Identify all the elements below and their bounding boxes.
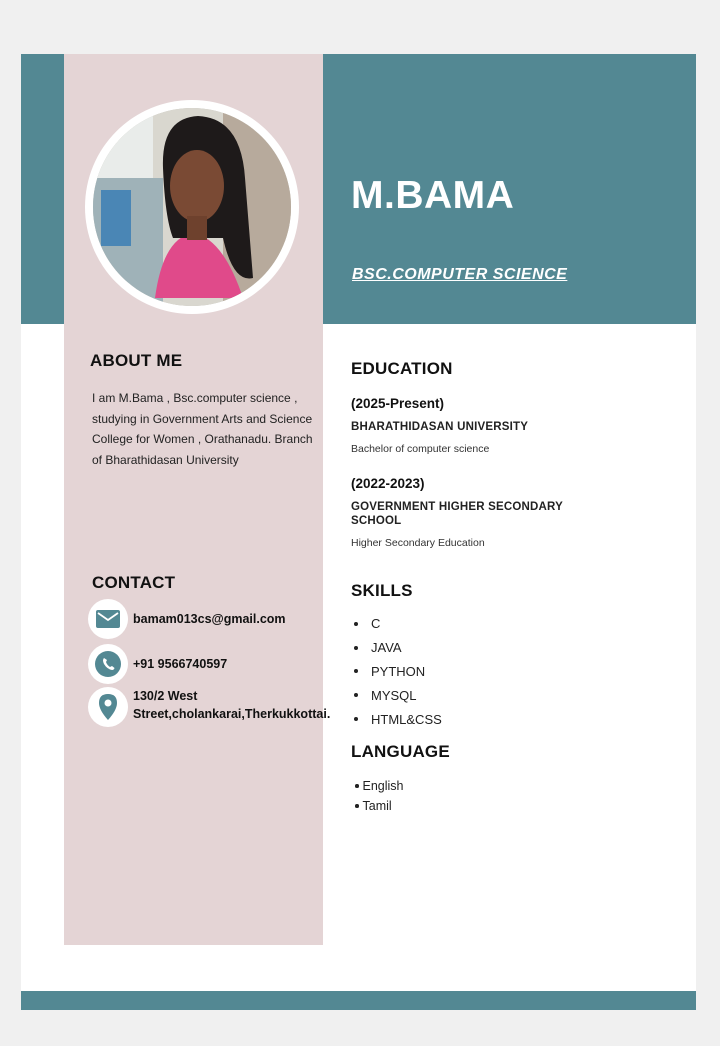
language-item: Tamil [355,796,404,816]
resume-page: M.BAMA BSC.COMPUTER SCIENCE ABOUT ME I a… [21,54,696,1010]
education-years-1: (2025-Present) [351,396,445,411]
skills-list: C JAVA PYTHON MYSQL HTML&CSS [351,612,442,731]
language-title: LANGUAGE [351,742,450,761]
profile-photo [93,108,291,306]
skill-item: JAVA [351,636,442,660]
phone-icon [88,644,128,684]
about-text: I am M.Bama , Bsc.computer science , stu… [92,391,313,467]
education-school-2: GOVERNMENT HIGHER SECONDARY SCHOOL [351,501,563,527]
language-item: English [355,776,404,796]
contact-email-row: bamam013cs@gmail.com [88,599,286,639]
skill-item: C [351,612,442,636]
skill-item: HTML&CSS [351,707,442,731]
footer-band [21,991,696,1010]
contact-address: 130/2 West Street,cholankarai,Therkukkot… [133,689,331,721]
contact-email[interactable]: bamam013cs@gmail.com [133,599,286,628]
mail-icon [88,599,128,639]
candidate-name: M.BAMA [351,174,515,217]
skills-title: SKILLS [351,581,413,600]
contact-phone[interactable]: +91 9566740597 [133,644,227,673]
education-title: EDUCATION [351,359,453,378]
education-years-2: (2022-2023) [351,476,425,491]
location-pin-icon [88,687,128,727]
contact-phone-row: +91 9566740597 [88,644,227,684]
education-desc-2: Higher Secondary Education [351,537,485,549]
profile-photo-frame [85,100,299,314]
contact-title: CONTACT [92,573,176,592]
candidate-degree: BSC.COMPUTER SCIENCE [352,266,568,283]
skill-item: MYSQL [351,683,442,707]
portrait-image [93,108,291,306]
language-list: English Tamil [355,776,404,816]
contact-address-row: 130/2 West Street,cholankarai,Therkukkot… [88,687,331,727]
about-title: ABOUT ME [90,351,183,370]
education-school-1: BHARATHIDASAN UNIVERSITY [351,421,529,433]
education-desc-1: Bachelor of computer science [351,443,490,455]
skill-item: PYTHON [351,660,442,684]
